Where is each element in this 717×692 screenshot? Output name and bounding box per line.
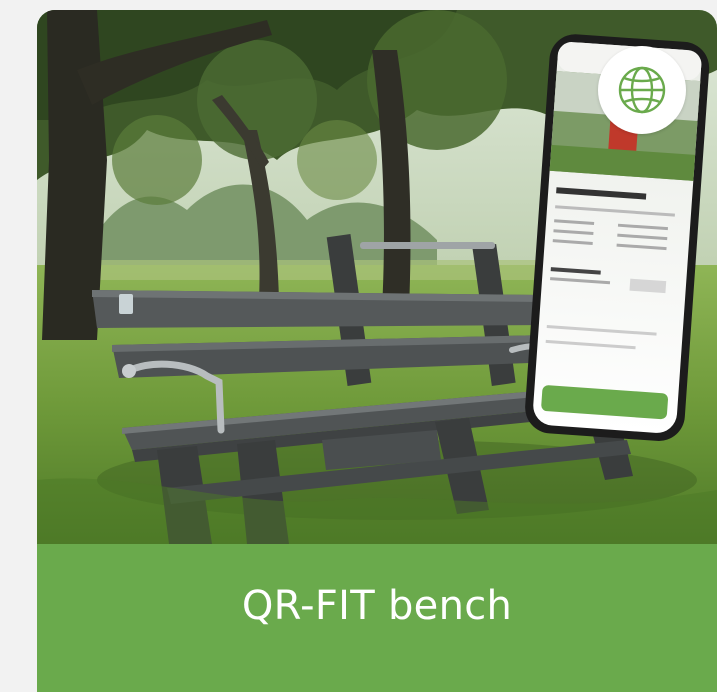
card-caption: QR-FIT bench: [37, 544, 717, 692]
website-link-button[interactable]: [598, 46, 686, 134]
card-title: QR-FIT bench: [241, 583, 513, 629]
globe-icon: [618, 66, 666, 114]
product-card[interactable]: QR-FIT bench: [37, 10, 717, 692]
